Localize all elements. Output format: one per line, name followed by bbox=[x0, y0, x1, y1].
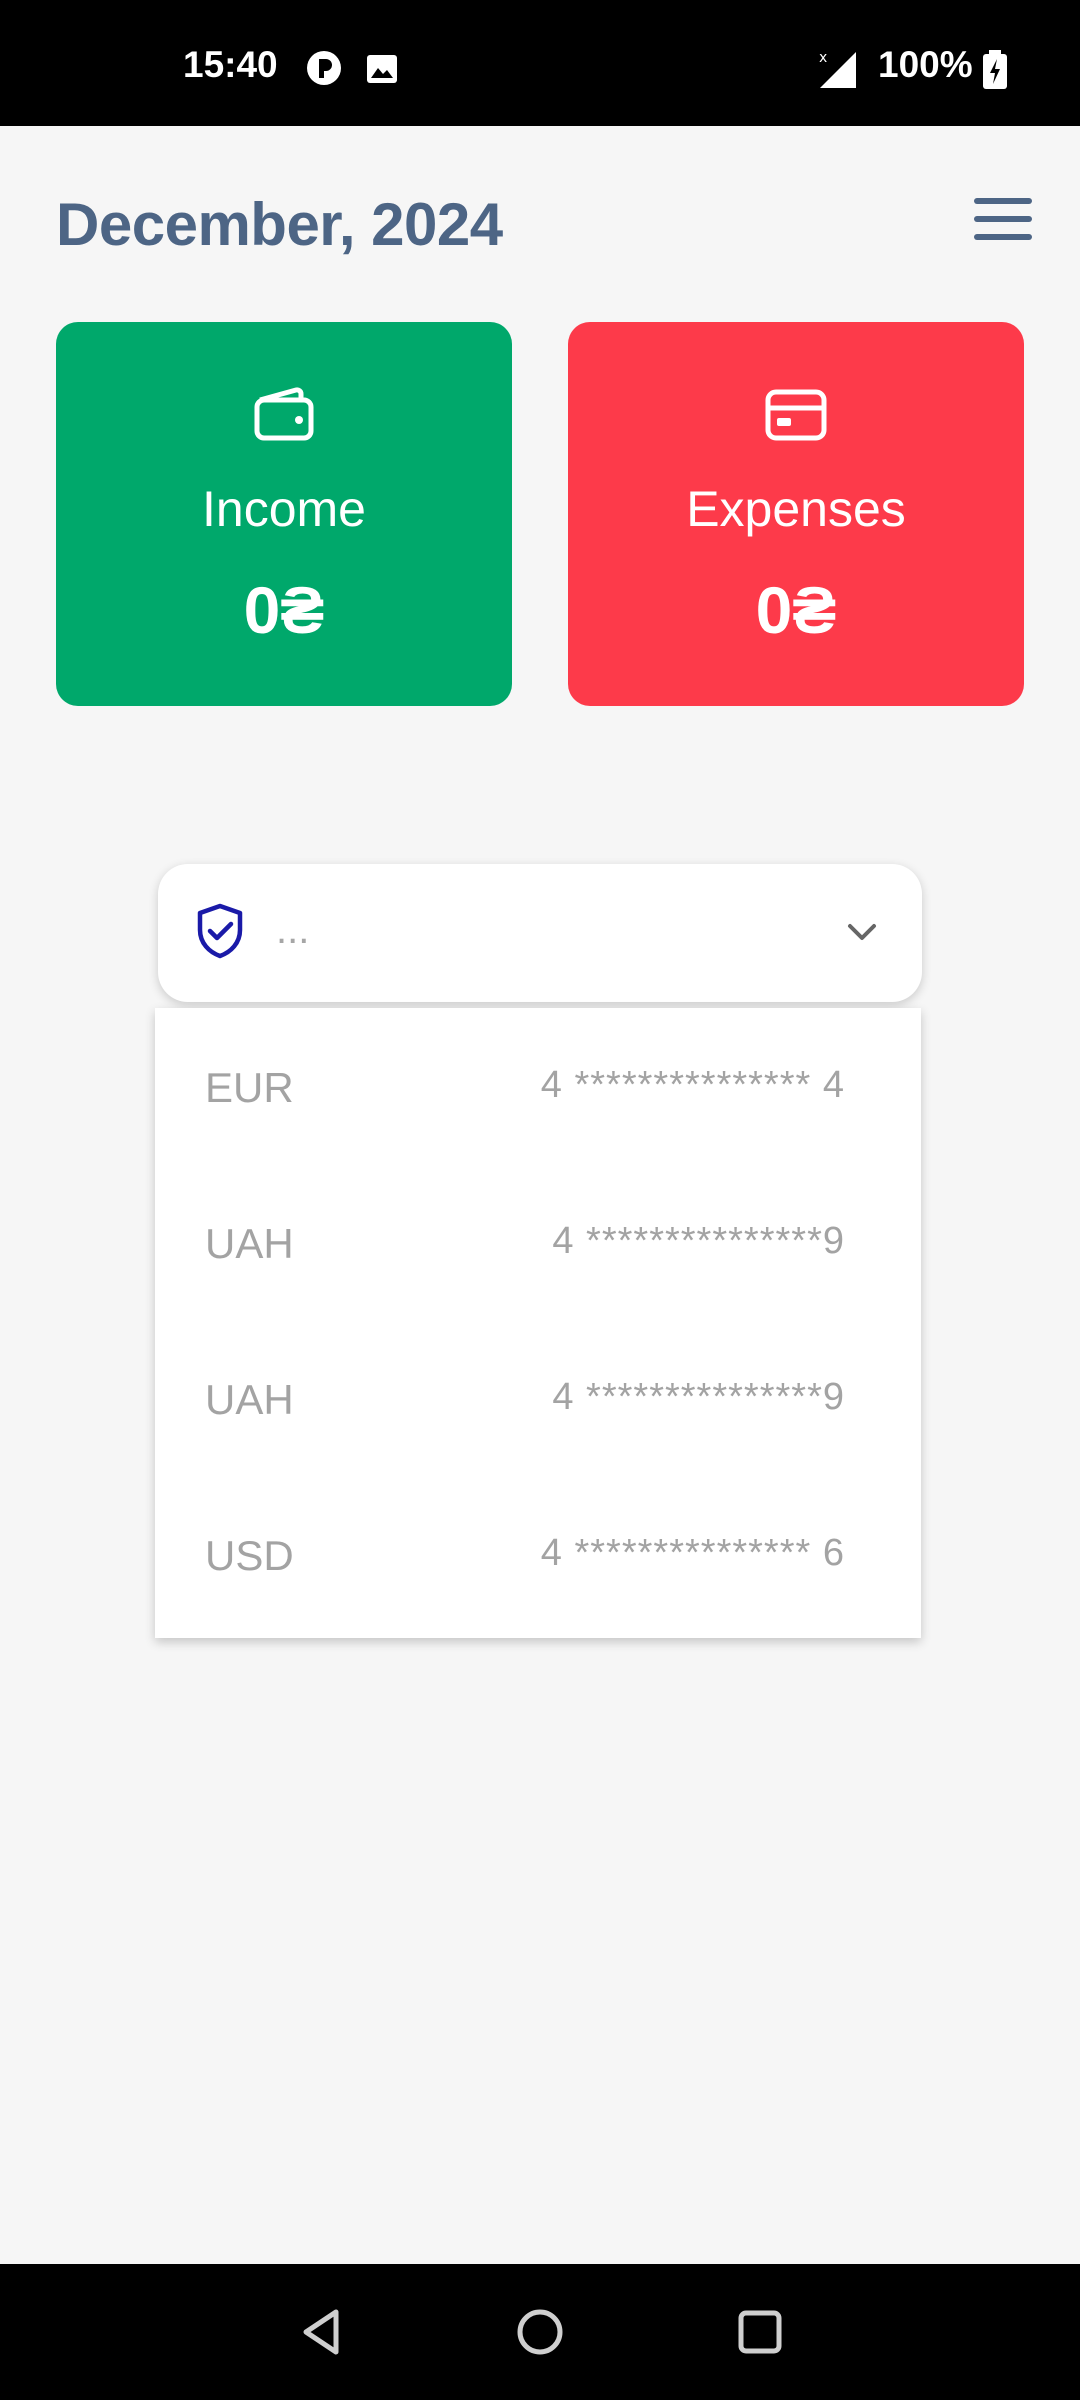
account-currency: EUR bbox=[205, 1064, 294, 1111]
page-title: December, 2024 bbox=[56, 191, 503, 258]
signal-icon: x bbox=[819, 50, 856, 88]
account-select[interactable]: ... bbox=[158, 864, 922, 1002]
account-option[interactable]: EUR 4 *************** 4 bbox=[155, 1008, 921, 1164]
account-card-number: 4 ***************9 bbox=[552, 1376, 845, 1418]
hamburger-menu-icon[interactable] bbox=[974, 194, 1038, 246]
status-bar: 15:40 x 100% bbox=[0, 0, 1080, 126]
expenses-amount: 0₴ bbox=[755, 573, 837, 647]
credit-card-icon bbox=[765, 389, 827, 441]
account-select-value: ... bbox=[276, 908, 310, 952]
image-notification-icon bbox=[367, 55, 397, 83]
account-option[interactable]: USD 4 *************** 6 bbox=[155, 1476, 921, 1632]
header: December, 2024 bbox=[56, 190, 1032, 266]
account-currency: UAH bbox=[205, 1376, 294, 1423]
account-dropdown: EUR 4 *************** 4 UAH 4 **********… bbox=[155, 1008, 921, 1638]
account-card-number: 4 *************** 6 bbox=[540, 1532, 845, 1574]
account-currency: UAH bbox=[205, 1220, 294, 1267]
navigation-bar bbox=[0, 2264, 1080, 2400]
account-currency: USD bbox=[205, 1532, 294, 1579]
status-time: 15:40 bbox=[183, 44, 278, 85]
income-amount: 0₴ bbox=[243, 573, 325, 647]
wallet-icon bbox=[254, 387, 314, 441]
shield-check-icon bbox=[197, 903, 243, 959]
income-card[interactable]: Income 0₴ bbox=[56, 322, 512, 706]
account-card-number: 4 ***************9 bbox=[552, 1220, 845, 1262]
income-label: Income bbox=[202, 481, 366, 537]
recents-icon[interactable] bbox=[730, 2302, 790, 2362]
account-option[interactable]: UAH 4 ***************9 bbox=[155, 1164, 921, 1320]
account-card-number: 4 *************** 4 bbox=[540, 1064, 845, 1106]
expenses-card[interactable]: Expenses 0₴ bbox=[568, 322, 1024, 706]
account-option[interactable]: UAH 4 ***************9 bbox=[155, 1320, 921, 1476]
back-icon[interactable] bbox=[292, 2302, 352, 2362]
home-icon[interactable] bbox=[510, 2302, 570, 2362]
svg-text:x: x bbox=[819, 50, 827, 66]
chevron-down-icon[interactable] bbox=[844, 914, 880, 950]
expenses-label: Expenses bbox=[686, 481, 906, 537]
battery-percent: 100% bbox=[878, 44, 973, 85]
battery-charging-icon bbox=[983, 50, 1007, 89]
app-notification-icon bbox=[307, 51, 341, 85]
